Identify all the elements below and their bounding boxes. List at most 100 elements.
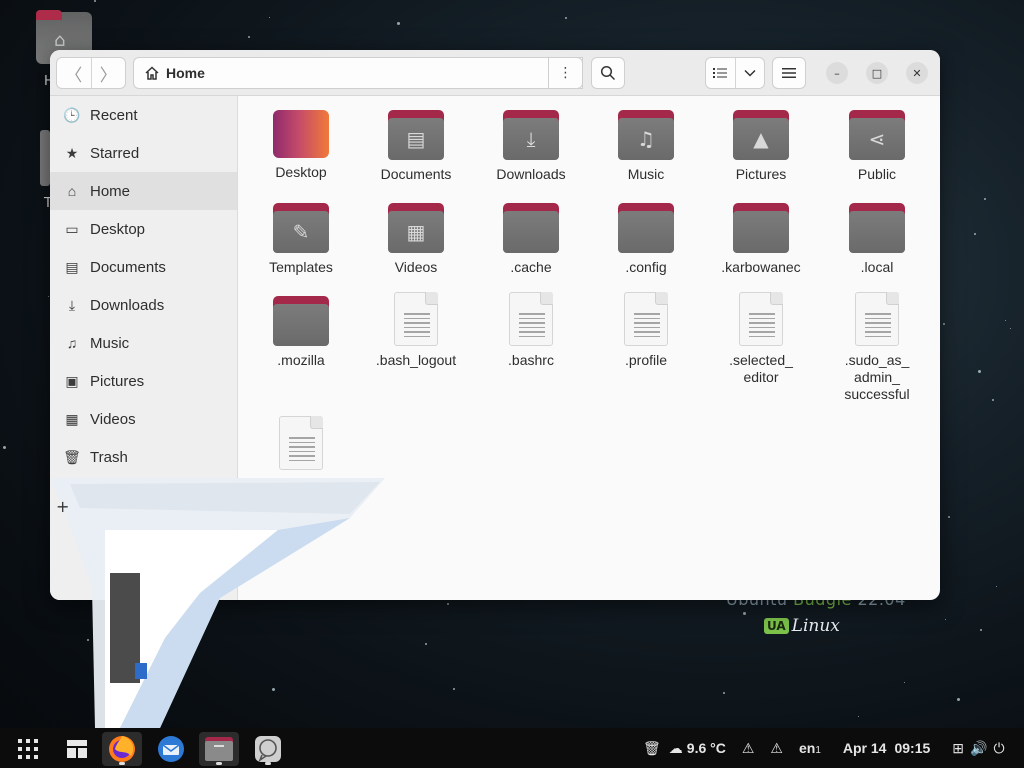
running-indicator bbox=[216, 762, 222, 765]
headerbar: 〈 〉 Home ⋮ – □ ✕ bbox=[50, 50, 940, 96]
files-icon bbox=[205, 737, 233, 761]
star bbox=[94, 0, 96, 2]
template-folder-icon: ✎ bbox=[273, 203, 329, 253]
app-grid-button[interactable] bbox=[8, 732, 48, 766]
path-bar[interactable]: Home bbox=[133, 57, 583, 89]
file-item[interactable]: .bash_logout bbox=[360, 292, 472, 369]
video-folder-icon: ▦ bbox=[388, 203, 444, 253]
list-view-button[interactable] bbox=[706, 58, 736, 88]
star bbox=[447, 603, 449, 605]
download-icon: ⤓ bbox=[68, 296, 76, 313]
file-item[interactable]: .cache bbox=[475, 203, 587, 276]
weather-temperature[interactable]: 9.6 °C bbox=[687, 740, 726, 756]
system-tray: 🗑 ☁ 9.6 °C ⚠ ⚠ en 1 Apr 14 09:15 ⊞ 🔊 ⏻ bbox=[643, 728, 1005, 768]
view-options-button[interactable] bbox=[736, 58, 765, 88]
file-item[interactable]: .local bbox=[821, 203, 933, 276]
sidebar-item-pictures[interactable]: ▣ Pictures bbox=[50, 362, 237, 400]
network-icon[interactable]: ⊞ bbox=[952, 740, 964, 757]
minimize-button[interactable]: – bbox=[826, 62, 848, 84]
sidebar-item-starred[interactable]: ★ Starred bbox=[50, 134, 237, 172]
star bbox=[397, 22, 400, 25]
file-item[interactable]: ✎ Templates bbox=[245, 203, 357, 276]
text-file-icon bbox=[279, 416, 323, 470]
sidebar-item-music[interactable]: ♫ Music bbox=[50, 324, 237, 362]
file-item[interactable]: ▤ Documents bbox=[360, 110, 472, 183]
thunderbird-taskbar-button[interactable] bbox=[151, 732, 191, 766]
sidebar-item-desktop[interactable]: ▭ Desktop bbox=[50, 210, 237, 248]
file-item[interactable]: .profile bbox=[590, 292, 702, 369]
sidebar-item-recent[interactable]: 🕒 Recent bbox=[50, 96, 237, 134]
text-file-icon bbox=[509, 292, 553, 346]
file-label: .config bbox=[625, 259, 667, 275]
main-menu-button[interactable] bbox=[772, 57, 806, 89]
desktop-trash-icon[interactable] bbox=[40, 130, 50, 186]
ua-text: Linux bbox=[791, 616, 840, 636]
weather-icon[interactable]: ☁ bbox=[669, 740, 683, 757]
warning-icon[interactable]: ⚠ bbox=[770, 740, 783, 757]
sidebar-item-downloads[interactable]: ⤓ Downloads bbox=[50, 286, 237, 324]
keyboard-layout-index: 1 bbox=[815, 744, 821, 756]
sidebar-item-label: Home bbox=[90, 182, 131, 200]
file-label: Desktop bbox=[275, 164, 327, 180]
file-item[interactable]: .selected_ editor bbox=[705, 292, 817, 386]
picture-folder-icon: ▲ bbox=[733, 110, 789, 160]
file-item[interactable]: Desktop bbox=[245, 110, 357, 181]
share-folder-icon: ⋖ bbox=[849, 110, 905, 160]
file-item[interactable]: ♫ Music bbox=[590, 110, 702, 183]
path-crumb-home[interactable]: Home bbox=[166, 65, 205, 81]
budgie-welcome-taskbar-button[interactable] bbox=[248, 732, 288, 766]
sidebar-item-label: Pictures bbox=[90, 372, 145, 390]
folder-icon bbox=[618, 203, 674, 253]
maximize-icon: □ bbox=[871, 66, 883, 80]
file-label: Videos bbox=[394, 259, 438, 275]
clock-label[interactable]: 09:15 bbox=[894, 740, 930, 756]
files-taskbar-button[interactable] bbox=[199, 732, 239, 766]
file-item[interactable]: .karbowanec bbox=[705, 203, 817, 276]
file-label: Documents bbox=[380, 166, 452, 182]
maximize-button[interactable]: □ bbox=[866, 62, 888, 84]
power-icon[interactable]: ⏻ bbox=[993, 740, 1004, 757]
file-label: Downloads bbox=[496, 166, 566, 182]
sidebar-item-documents[interactable]: ▤ Documents bbox=[50, 248, 237, 286]
file-item[interactable]: ⋖ Public bbox=[821, 110, 933, 183]
text-file-icon bbox=[855, 292, 899, 346]
star bbox=[743, 612, 746, 615]
file-item[interactable]: ▦ Videos bbox=[360, 203, 472, 276]
close-button[interactable]: ✕ bbox=[906, 62, 928, 84]
sidebar-item-home[interactable]: ⌂ Home bbox=[50, 172, 237, 210]
date-label[interactable]: Apr 14 bbox=[843, 740, 887, 756]
keyboard-layout[interactable]: en bbox=[799, 740, 815, 756]
volume-icon[interactable]: 🔊 bbox=[970, 740, 987, 757]
warning-icon[interactable]: ⚠ bbox=[742, 740, 755, 757]
back-button[interactable]: 〈 bbox=[57, 58, 91, 88]
firefox-taskbar-button[interactable] bbox=[102, 732, 142, 766]
file-item[interactable]: .config bbox=[590, 203, 702, 276]
sidebar-item-trash[interactable]: 🗑 Trash bbox=[50, 438, 237, 476]
file-item[interactable]: .bashrc bbox=[475, 292, 587, 369]
path-menu-button[interactable]: ⋮ bbox=[548, 57, 583, 89]
search-button[interactable] bbox=[591, 57, 625, 89]
star bbox=[945, 619, 946, 620]
file-item[interactable]: .sudo_as_ admin_ successful bbox=[821, 292, 933, 403]
file-item[interactable] bbox=[245, 416, 357, 470]
clipboard-icon[interactable]: 🗑 bbox=[643, 740, 661, 757]
file-label: .mozilla bbox=[277, 352, 325, 368]
text-file-icon bbox=[739, 292, 783, 346]
search-icon bbox=[600, 65, 616, 81]
workspace-switcher-button[interactable] bbox=[57, 732, 97, 766]
file-item[interactable]: ⤓ Downloads bbox=[475, 110, 587, 183]
star bbox=[272, 688, 275, 691]
download-folder-icon: ⤓ bbox=[503, 110, 559, 160]
file-label: Public bbox=[857, 166, 897, 182]
file-item[interactable]: ▲ Pictures bbox=[705, 110, 817, 183]
desktop-icon: ▭ bbox=[65, 220, 79, 237]
forward-button[interactable]: 〉 bbox=[90, 58, 126, 88]
sidebar-item-videos[interactable]: ▦ Videos bbox=[50, 400, 237, 438]
video-icon: ▦ bbox=[65, 410, 79, 427]
star bbox=[904, 682, 905, 683]
file-grid: Desktop ▤ Documents ⤓ Downloads ♫ Music ▲ Pictur… bbox=[239, 96, 940, 600]
star bbox=[425, 643, 427, 645]
star bbox=[984, 198, 986, 200]
file-item[interactable]: .mozilla bbox=[245, 296, 357, 369]
star bbox=[453, 688, 455, 690]
